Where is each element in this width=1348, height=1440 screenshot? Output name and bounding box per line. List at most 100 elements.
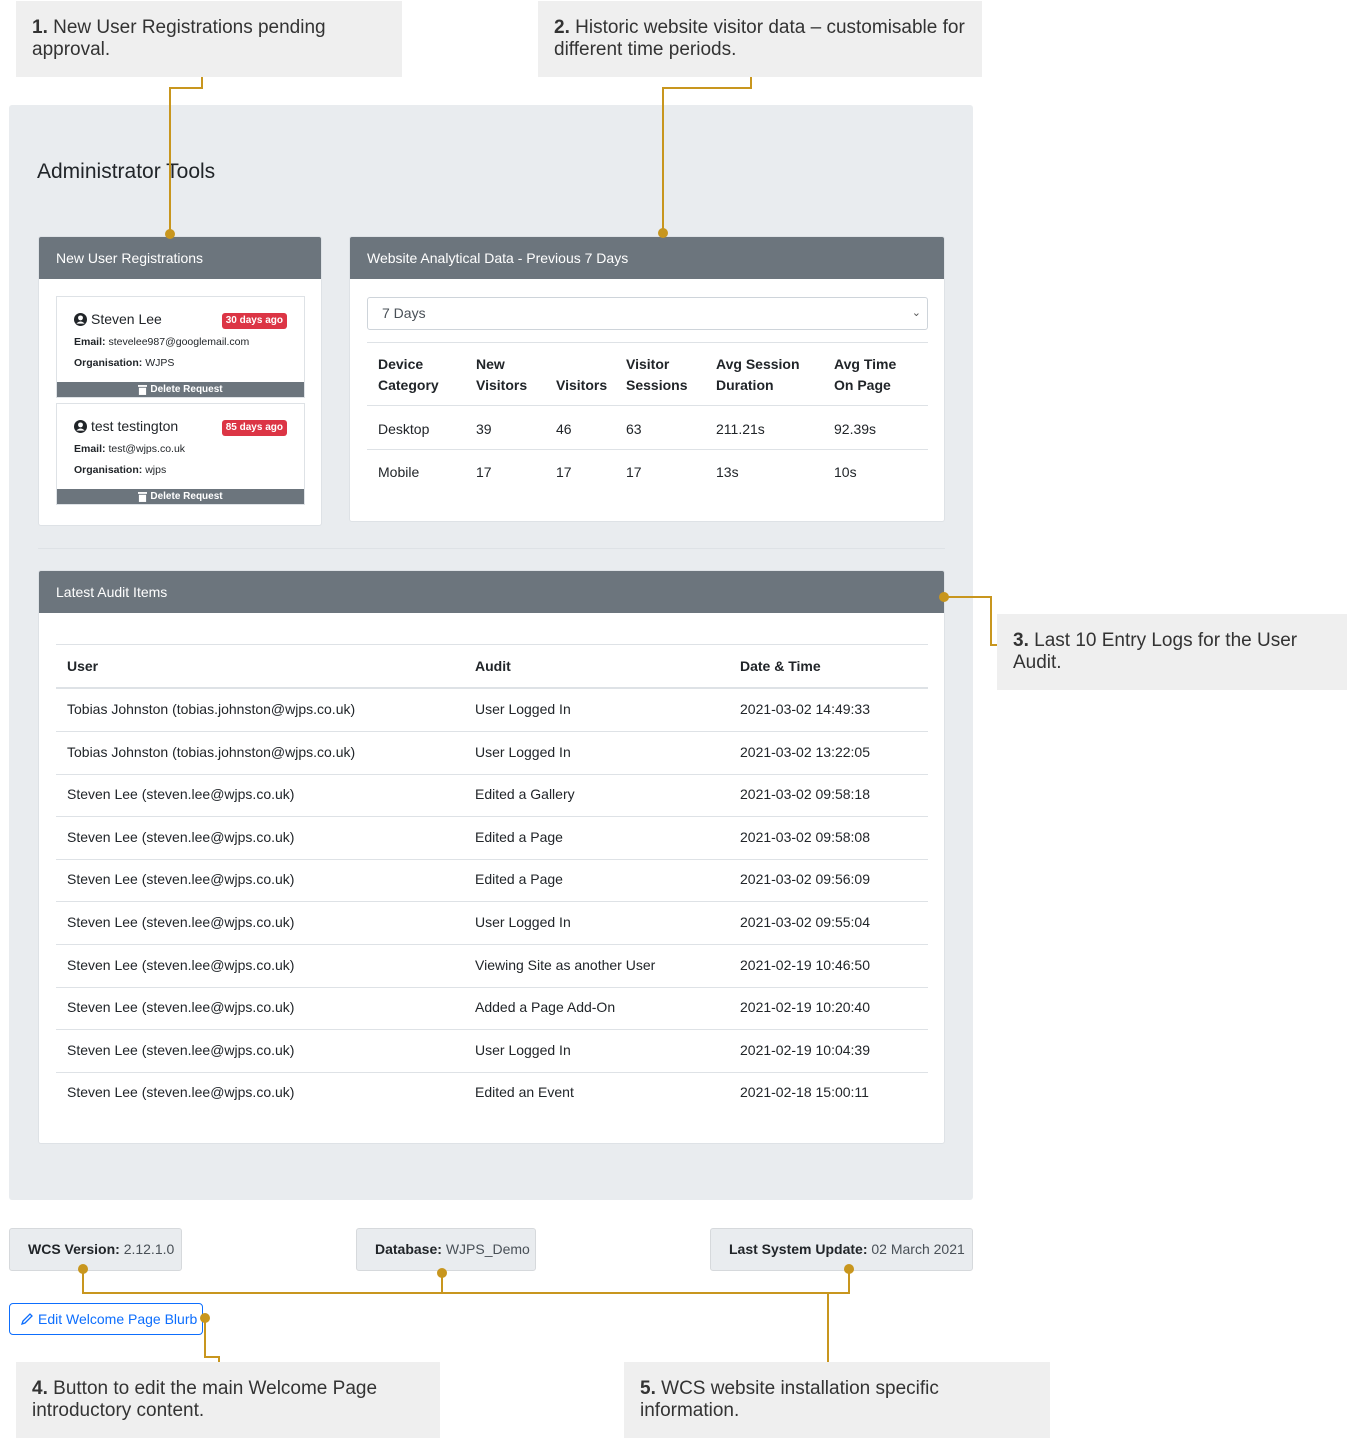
trash-icon <box>138 491 148 502</box>
table-cell: Tobias Johnston (tobias.johnston@wjps.co… <box>67 701 356 717</box>
column-header: Date & Time <box>740 658 821 674</box>
table-divider <box>56 986 928 988</box>
table-cell: Steven Lee (steven.lee@wjps.co.uk) <box>67 786 295 803</box>
table-cell: Edited a Gallery <box>475 786 575 803</box>
table-cell: Mobile <box>378 464 420 480</box>
table-cell: 17 <box>626 464 642 480</box>
column-header: Visitor Sessions <box>626 356 688 393</box>
table-cell: 2021-03-02 09:56:09 <box>740 871 870 888</box>
chevron-down-icon: ⌄ <box>911 307 921 319</box>
table-cell: Steven Lee (steven.lee@wjps.co.uk) <box>67 1041 295 1058</box>
registration-email: Email: stevelee987@googlemail.com <box>74 336 250 348</box>
table-cell: 2021-03-02 09:55:04 <box>740 914 870 930</box>
table-divider <box>56 858 928 860</box>
user-circle-icon <box>74 419 87 433</box>
table-divider <box>56 944 928 945</box>
callout-installation-info: 5. WCS website installation specific inf… <box>624 1362 1050 1438</box>
table-cell: 2021-02-19 10:46:50 <box>740 956 870 973</box>
last-update-info: Last System Update: 02 March 2021 <box>710 1228 973 1271</box>
table-cell: Added a Page Add-On <box>475 999 616 1016</box>
trash-icon <box>138 384 148 395</box>
table-cell: 2021-03-02 09:58:08 <box>740 828 870 845</box>
table-cell: Steven Lee (steven.lee@wjps.co.uk) <box>67 828 295 845</box>
delete-request-button[interactable]: Delete Request <box>57 382 304 397</box>
table-cell: 13s <box>716 464 739 480</box>
table-cell: Steven Lee (steven.lee@wjps.co.uk) <box>67 999 295 1016</box>
column-header: Avg Session Duration <box>716 356 800 393</box>
table-cell: Viewing Site as another User <box>475 956 656 973</box>
delete-request-button[interactable]: Delete Request <box>57 489 304 504</box>
callout-analytics: 2. Historic website visitor data – custo… <box>538 1 982 77</box>
registrations-card: New User Registrations Steven Lee 30 day… <box>38 236 322 526</box>
table-cell: 63 <box>626 421 642 437</box>
table-divider <box>56 1029 928 1031</box>
table-cell: 10s <box>834 464 857 480</box>
table-divider <box>56 773 928 775</box>
table-cell: 46 <box>556 421 572 437</box>
table-cell: 2021-02-18 15:00:11 <box>740 1084 869 1101</box>
registration-item: Steven Lee 30 days ago Email: stevelee98… <box>56 296 305 398</box>
table-divider <box>367 449 928 450</box>
table-cell: Edited a Page <box>475 828 563 845</box>
column-header: User <box>67 658 99 674</box>
database-info: Database: WJPS_Demo <box>356 1228 536 1271</box>
table-cell: Edited an Event <box>475 1084 574 1101</box>
registration-item: test testington 85 days ago Email: test@… <box>56 403 305 505</box>
registration-email: Email: test@wjps.co.uk <box>74 443 186 455</box>
table-cell: 2021-03-02 09:58:18 <box>740 786 870 803</box>
table-cell: Steven Lee (steven.lee@wjps.co.uk) <box>67 956 295 973</box>
pencil-icon <box>20 1313 33 1326</box>
table-cell: User Logged In <box>475 914 571 930</box>
callout-edit-button: 4. Button to edit the main Welcome Page … <box>16 1362 440 1438</box>
column-header: Avg Time On Page <box>834 356 897 393</box>
column-header: New Visitors <box>476 356 528 393</box>
registration-organisation: Organisation: wjps <box>74 464 167 476</box>
table-divider <box>56 687 928 689</box>
table-divider <box>56 731 928 732</box>
table-divider <box>367 405 928 406</box>
table-cell: Desktop <box>378 421 430 437</box>
column-header: Audit <box>475 658 511 674</box>
table-divider <box>56 1071 928 1073</box>
analytics-card: Website Analytical Data - Previous 7 Day… <box>349 236 945 522</box>
status-badge: 30 days ago <box>221 313 287 329</box>
table-cell: User Logged In <box>475 1041 571 1058</box>
table-divider <box>56 901 928 903</box>
audit-card: Latest Audit Items User Audit Date & Time T… <box>38 570 945 1144</box>
table-cell: 211.21s <box>716 421 765 437</box>
table-cell: Steven Lee (steven.lee@wjps.co.uk) <box>67 871 295 888</box>
analytics-header: Website Analytical Data - Previous 7 Day… <box>350 237 944 279</box>
period-select[interactable]: 7 Days ⌄ <box>367 297 928 330</box>
callout-audit: 3. Last 10 Entry Logs for the User Audit… <box>997 614 1347 690</box>
table-cell: 92.39s <box>834 421 877 437</box>
section-divider <box>38 548 945 549</box>
table-cell: User Logged In <box>475 743 571 760</box>
column-header: Visitors <box>556 377 608 393</box>
table-divider <box>56 644 928 645</box>
registrations-header: New User Registrations <box>39 237 321 279</box>
edit-welcome-button[interactable]: Edit Welcome Page Blurb <box>9 1303 203 1335</box>
table-cell: 2021-02-19 10:20:40 <box>740 999 870 1016</box>
page-title: Administrator Tools <box>37 160 216 183</box>
column-header: Device Category <box>378 356 439 393</box>
table-divider <box>367 342 928 343</box>
table-cell: Steven Lee (steven.lee@wjps.co.uk) <box>67 1084 295 1101</box>
table-divider <box>56 816 928 818</box>
user-circle-icon <box>74 312 87 326</box>
table-cell: 2021-03-02 14:49:33 <box>740 701 870 717</box>
table-cell: Steven Lee (steven.lee@wjps.co.uk) <box>67 914 295 930</box>
table-cell: User Logged In <box>475 701 571 717</box>
registration-name: Steven Lee <box>74 311 162 327</box>
registration-name: test testington <box>74 418 178 434</box>
version-info: WCS Version: 2.12.1.0 <box>9 1228 182 1271</box>
table-cell: Tobias Johnston (tobias.johnston@wjps.co… <box>67 743 356 760</box>
audit-header: Latest Audit Items <box>39 571 944 613</box>
table-cell: 39 <box>476 421 492 437</box>
status-badge: 85 days ago <box>221 420 287 436</box>
table-cell: 17 <box>476 464 492 480</box>
callout-registrations: 1. New User Registrations pending approv… <box>16 1 402 77</box>
table-cell: Edited a Page <box>475 871 563 888</box>
table-cell: 2021-02-19 10:04:39 <box>740 1041 870 1058</box>
registration-organisation: Organisation: WJPS <box>74 357 175 369</box>
table-cell: 2021-03-02 13:22:05 <box>740 743 870 760</box>
